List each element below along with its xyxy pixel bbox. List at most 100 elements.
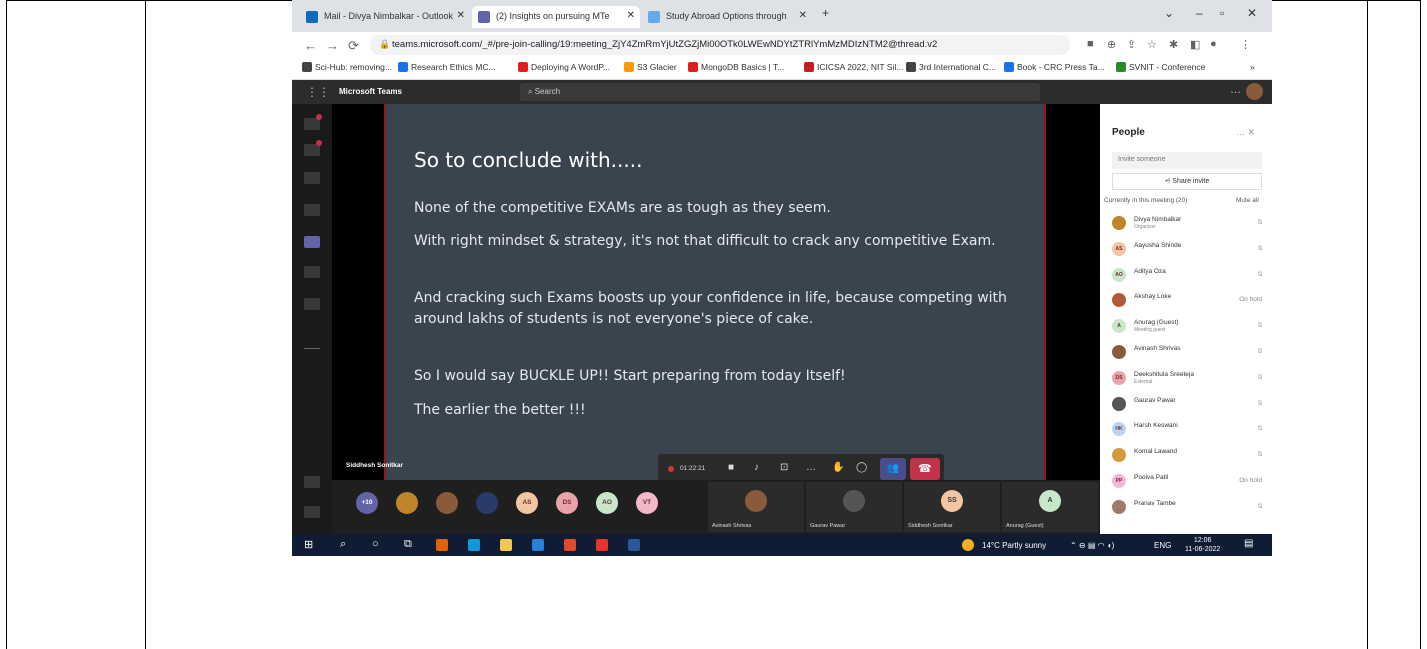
participant-avatar[interactable] — [396, 492, 418, 514]
sidebar-icon[interactable]: ◧ — [1190, 38, 1200, 51]
new-tab-button[interactable]: + — [822, 6, 829, 20]
share-invite-button[interactable]: ⩤ Share invite — [1112, 173, 1262, 190]
participant-row[interactable]: HK Harsh Keswani ⍉ — [1112, 418, 1268, 440]
avatar[interactable] — [1246, 83, 1263, 100]
bookmark-item[interactable]: S3 Glacier — [624, 62, 677, 72]
mic-off-icon[interactable]: ⍉ — [1258, 451, 1262, 459]
participant-row[interactable]: Pranav Tambe ⍉ — [1112, 496, 1268, 518]
chrome-icon[interactable] — [564, 539, 576, 551]
mic-off-icon[interactable]: ⍉ — [1258, 348, 1262, 356]
participant-avatar[interactable]: AO — [596, 492, 618, 514]
mic-off-icon[interactable]: ⍉ — [1258, 322, 1262, 330]
invite-input[interactable]: Invite someone — [1112, 152, 1262, 169]
browser-tab-study-abroad[interactable]: Study Abroad Options through ✕ — [642, 6, 812, 28]
firefox-icon[interactable] — [436, 539, 448, 551]
participant-row[interactable]: Akshay Lokе On hold — [1112, 289, 1268, 311]
bookmark-item[interactable]: ICICSA 2022, NIT Sil... — [804, 62, 903, 72]
weather-text[interactable]: 14°C Partly sunny — [982, 541, 1046, 550]
more-options-icon[interactable]: … — [1230, 84, 1241, 96]
bookmark-item[interactable]: Book - CRC Press Ta... — [1004, 62, 1105, 72]
mic-off-icon[interactable]: ⍉ — [1258, 503, 1262, 511]
camera-icon[interactable]: ■ — [1087, 38, 1094, 50]
forward-icon[interactable]: → — [326, 38, 339, 53]
store-icon[interactable] — [532, 539, 544, 551]
mic-off-icon[interactable]: ⍉ — [1258, 374, 1262, 382]
extensions-icon[interactable]: ✱ — [1169, 38, 1178, 51]
bookmark-item[interactable]: SVNIT - Conference — [1116, 62, 1205, 72]
cortana-icon[interactable]: ○ — [372, 538, 379, 550]
video-tile[interactable]: Avinash Shrivas — [708, 482, 804, 532]
windows-start-icon[interactable]: ⊞ — [304, 538, 313, 551]
video-tile[interactable]: A Anurag (Guest) — [1002, 482, 1098, 532]
close-icon[interactable]: ✕ — [799, 10, 807, 21]
browser-tab-outlook[interactable]: Mail - Divya Nimbalkar - Outlook ✕ — [300, 6, 470, 28]
apps-icon[interactable] — [304, 476, 320, 488]
participant-avatar[interactable]: AS — [516, 492, 538, 514]
share-screen-icon[interactable]: ⊡ — [780, 462, 788, 473]
participant-row[interactable]: DS Deekshitula Sreeteja External ⍉ — [1112, 367, 1268, 389]
overflow-count[interactable]: +10 — [356, 492, 378, 514]
close-icon[interactable]: ✕ — [457, 10, 465, 21]
close-window-button[interactable]: ✕ — [1247, 6, 1257, 20]
participant-row[interactable]: AO Aditya Oza ⍉ — [1112, 264, 1268, 286]
participant-row[interactable]: A Anurag (Guest) Meeting guest ⍉ — [1112, 315, 1268, 337]
zoom-icon[interactable]: ⊕ — [1107, 38, 1116, 51]
bookmark-item[interactable]: Sci-Hub: removing... — [302, 62, 392, 72]
participant-row[interactable]: Divya Nimbalkar Organizer ⍉ — [1112, 212, 1268, 234]
maximize-button[interactable]: ▫ — [1220, 6, 1224, 20]
help-icon[interactable] — [304, 506, 320, 518]
calendar-icon[interactable] — [304, 236, 320, 248]
calls-icon[interactable] — [304, 266, 320, 278]
participant-row[interactable]: Komal Lawand ⍉ — [1112, 444, 1268, 466]
participant-row[interactable]: Gaurav Pawar ⍉ — [1112, 393, 1268, 415]
more-actions-icon[interactable]: … — [806, 462, 816, 473]
camera-off-icon[interactable]: ■ — [728, 462, 734, 473]
task-view-icon[interactable]: ⧉ — [404, 538, 412, 551]
language-indicator[interactable]: ENG — [1154, 541, 1171, 550]
assignments-icon[interactable] — [304, 204, 320, 216]
app-launcher-icon[interactable]: ⋮⋮ — [306, 85, 330, 99]
menu-icon[interactable]: ⋮ — [1240, 38, 1251, 51]
bookmark-item[interactable]: MongoDB Basics | T... — [688, 62, 784, 72]
more-bookmarks-button[interactable]: » — [1250, 62, 1255, 72]
mic-off-icon[interactable]: ⍉ — [1258, 219, 1262, 227]
chevron-down-icon[interactable]: ⌄ — [1164, 6, 1174, 20]
bookmark-item[interactable]: 3rd International C... — [906, 62, 996, 72]
search-icon[interactable]: ⌕ — [340, 538, 346, 551]
notifications-icon[interactable]: ▤ — [1244, 538, 1253, 549]
share-icon[interactable]: ⇪ — [1127, 38, 1136, 51]
teams-icon[interactable] — [304, 172, 320, 184]
bookmark-item[interactable]: Deploying A WordP... — [518, 62, 610, 72]
video-tile[interactable]: Gaurav Pawar — [806, 482, 902, 532]
participant-row[interactable]: PP Pooiva Patil On hold — [1112, 470, 1268, 492]
url-field[interactable]: 🔒 teams.microsoft.com/_#/pre-join-callin… — [370, 35, 1070, 55]
edge-icon[interactable] — [468, 539, 480, 551]
files-icon[interactable] — [304, 298, 320, 310]
current-count[interactable]: Currently in this meeting (20) — [1104, 197, 1187, 204]
hang-up-button[interactable]: ☎ — [910, 458, 940, 480]
reload-icon[interactable]: ⟳ — [348, 38, 359, 54]
mic-off-icon[interactable]: ⍉ — [1258, 271, 1262, 279]
search-input[interactable]: ⌕ Search — [520, 83, 1040, 101]
star-icon[interactable]: ☆ — [1147, 38, 1157, 51]
close-icon[interactable]: ✕ — [627, 10, 635, 21]
word-icon[interactable] — [628, 539, 640, 551]
close-icon[interactable]: … ✕ — [1236, 127, 1255, 138]
back-icon[interactable]: ← — [304, 38, 317, 53]
clock[interactable]: 12:06 11-06-2022 — [1185, 536, 1220, 554]
profile-icon[interactable]: ● — [1210, 38, 1217, 50]
file-explorer-icon[interactable] — [500, 539, 512, 551]
participant-row[interactable]: AS Aayusha Shinde ⍉ — [1112, 238, 1268, 260]
system-tray-icons[interactable]: ⌃ ⊖ ▤ ◠ ◖) — [1070, 541, 1114, 550]
participant-avatar[interactable]: VT — [636, 492, 658, 514]
opera-icon[interactable] — [596, 539, 608, 551]
participant-avatar[interactable] — [476, 492, 498, 514]
mute-all-button[interactable]: Mute all — [1236, 197, 1259, 204]
participant-row[interactable]: Avinash Shrivas ⍉ — [1112, 341, 1268, 363]
minimize-button[interactable]: – — [1196, 6, 1203, 20]
mic-off-icon[interactable]: ♪ — [754, 462, 759, 473]
raise-hand-icon[interactable]: ✋ — [832, 462, 844, 473]
participant-avatar[interactable]: DS — [556, 492, 578, 514]
mic-off-icon[interactable]: ⍉ — [1258, 425, 1262, 433]
participant-avatar[interactable] — [436, 492, 458, 514]
